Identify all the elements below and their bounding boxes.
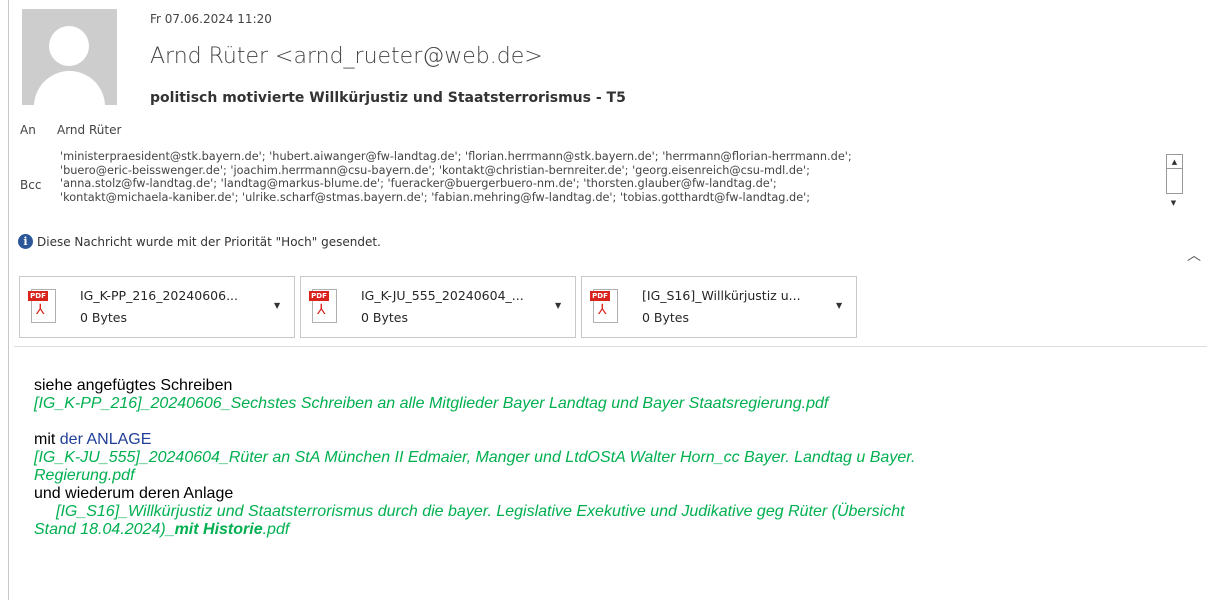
bcc-recipient-list[interactable]: 'ministerpraesident@stk.bayern.de'; 'hub…	[60, 150, 1160, 204]
pdf-icon: PDF ⅄	[309, 289, 339, 323]
attachment-link-1[interactable]: [IG_K-PP_216]_20240606_Sechstes Schreibe…	[34, 395, 1194, 413]
attachment-dropdown-icon[interactable]: ▼	[555, 301, 561, 310]
bcc-line: 'ministerpraesident@stk.bayern.de'; 'hub…	[60, 150, 852, 163]
attachment-link-3[interactable]: [IG_S16]_Willkürjustiz und Staatsterrori…	[34, 503, 1194, 521]
email-subject: politisch motivierte Willkürjustiz und S…	[150, 90, 626, 106]
attachment-name: IG_K-JU_555_20240604_...	[361, 288, 524, 303]
body-mit-line: mit der ANLAGE	[34, 431, 1194, 449]
link-3-ext: .pdf	[262, 521, 290, 538]
pdf-badge: PDF	[28, 291, 48, 301]
pdf-icon: PDF ⅄	[590, 289, 620, 323]
bcc-line: 'buero@eric-beisswenger.de'; 'joachim.he…	[60, 163, 810, 177]
collapse-header-chevron-up-icon[interactable]: ︿	[1187, 245, 1201, 265]
sender-avatar	[22, 9, 117, 105]
bcc-scrollbar[interactable]: ▲ ▼	[1166, 154, 1183, 214]
attachment-name: IG_K-PP_216_20240606...	[80, 288, 238, 303]
attachment-link-3-cont[interactable]: Stand 18.04.2024)_mit Historie.pdf	[34, 521, 1194, 539]
body-further-attachment: und wiederum deren Anlage	[34, 485, 234, 502]
acrobat-symbol-icon: ⅄	[598, 302, 607, 318]
acrobat-symbol-icon: ⅄	[317, 302, 326, 318]
attachment-link-2[interactable]: [IG_K-JU_555]_20240604_Rüter an StA Münc…	[34, 449, 1194, 467]
attachment-2[interactable]: PDF ⅄ IG_K-JU_555_20240604_... 0 Bytes ▼	[300, 276, 576, 338]
avatar-head-shape	[49, 26, 89, 66]
avatar-body-shape	[34, 71, 105, 105]
info-icon: i	[18, 234, 33, 249]
attachment-dropdown-icon[interactable]: ▼	[836, 301, 842, 310]
attachment-3[interactable]: PDF ⅄ [IG_S16]_Willkürjustiz u... 0 Byte…	[581, 276, 857, 338]
header-divider	[14, 346, 1207, 347]
attachment-size: 0 Bytes	[80, 310, 128, 325]
to-recipient[interactable]: Arnd Rüter	[57, 123, 121, 137]
mit-text: mit	[34, 431, 56, 448]
anlage-text: der ANLAGE	[59, 431, 152, 448]
attachment-1[interactable]: PDF ⅄ IG_K-PP_216_20240606... 0 Bytes ▼	[19, 276, 295, 338]
acrobat-symbol-icon: ⅄	[36, 302, 45, 318]
attachment-dropdown-icon[interactable]: ▼	[274, 301, 280, 310]
attachment-link-2-cont[interactable]: Regierung.pdf	[34, 467, 1194, 485]
sender-name[interactable]: Arnd Rüter <arnd_rueter@web.de>	[150, 44, 543, 69]
scroll-track[interactable]	[1166, 169, 1183, 194]
pdf-badge: PDF	[590, 291, 610, 301]
body-intro: siehe angefügtes Schreiben	[34, 377, 233, 394]
attachment-size: 0 Bytes	[642, 310, 690, 325]
to-label: An	[20, 123, 36, 137]
pdf-icon: PDF ⅄	[28, 289, 58, 323]
email-body: siehe angefügtes Schreiben [IG_K-PP_216]…	[34, 377, 1194, 539]
link-3-date: Stand 18.04.2024)	[34, 521, 166, 538]
priority-info-bar: i Diese Nachricht wurde mit der Prioritä…	[18, 234, 381, 249]
bcc-line: 'anna.stolz@fw-landtag.de'; 'landtag@mar…	[60, 177, 777, 190]
bcc-line: 'kontakt@michaela-kaniber.de'; 'ulrike.s…	[60, 190, 811, 204]
attachment-name: [IG_S16]_Willkürjustiz u...	[642, 288, 801, 303]
attachment-size: 0 Bytes	[361, 310, 409, 325]
scroll-up-arrow-icon[interactable]: ▲	[1166, 154, 1183, 169]
pdf-badge: PDF	[309, 291, 329, 301]
priority-info-text: Diese Nachricht wurde mit der Priorität …	[37, 234, 381, 249]
link-3-bold: _mit Historie	[165, 521, 263, 538]
sent-date: Fr 07.06.2024 11:20	[150, 12, 272, 26]
bcc-label: Bcc	[20, 178, 42, 192]
scroll-down-arrow-icon[interactable]: ▼	[1166, 196, 1181, 209]
reading-pane-border	[8, 0, 9, 600]
